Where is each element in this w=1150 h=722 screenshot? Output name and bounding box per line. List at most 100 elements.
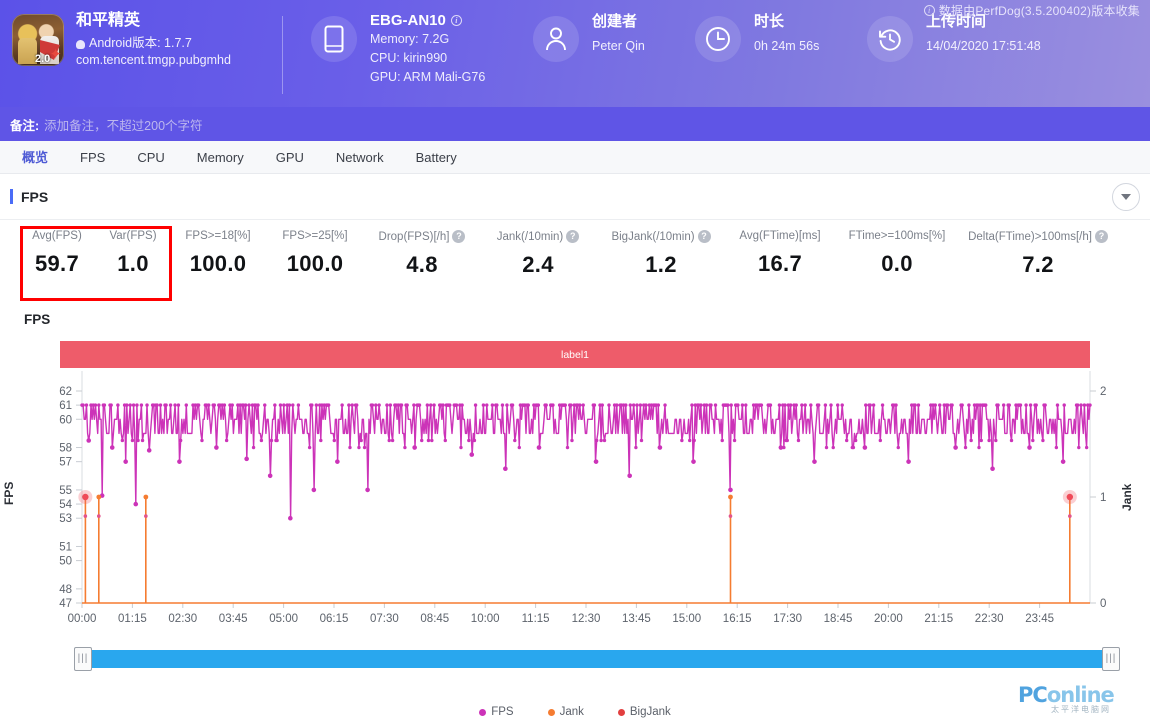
fps-section-header: FPS bbox=[0, 174, 1150, 220]
legend-item-jank[interactable]: Jank bbox=[547, 702, 584, 722]
creator-title: 创建者 bbox=[592, 13, 638, 30]
chevron-down-icon bbox=[1121, 194, 1131, 200]
tab-memory[interactable]: Memory bbox=[181, 141, 260, 174]
svg-text:16:15: 16:15 bbox=[723, 613, 752, 625]
svg-text:05:00: 05:00 bbox=[269, 613, 298, 625]
metric-value: 100.0 bbox=[286, 251, 344, 276]
svg-text:07:30: 07:30 bbox=[370, 613, 399, 625]
user-icon bbox=[533, 16, 579, 62]
metric-label-text: Avg(FPS) bbox=[32, 230, 82, 242]
help-icon[interactable]: ? bbox=[566, 230, 580, 243]
chart-scrollbar-track[interactable] bbox=[82, 650, 1112, 668]
tab-network[interactable]: Network bbox=[320, 141, 400, 174]
tab-概览[interactable]: 概览 bbox=[6, 141, 64, 174]
app-info: 2.0 ✦ 和平精英 Android版本: 1.7.7 com.tencent.… bbox=[0, 12, 282, 69]
tab-fps[interactable]: FPS bbox=[64, 141, 121, 174]
metric-fps-25: FPS>=25[%] 100.0 bbox=[264, 230, 366, 277]
help-icon[interactable]: ? bbox=[1094, 230, 1108, 243]
metric-bigjank-10min: BigJank(/10min)? 1.2 bbox=[598, 230, 724, 278]
chart-title: FPS bbox=[24, 312, 51, 327]
tab-cpu[interactable]: CPU bbox=[121, 141, 180, 174]
svg-text:53: 53 bbox=[59, 513, 72, 525]
app-package: com.tencent.tmgp.pubgmhd bbox=[76, 53, 231, 67]
app-icon: 2.0 ✦ bbox=[12, 14, 64, 66]
app-os-row: Android版本: 1.7.7 bbox=[76, 35, 231, 52]
tab-gpu[interactable]: GPU bbox=[260, 141, 320, 174]
svg-text:1: 1 bbox=[1100, 492, 1106, 504]
metric-label-text: Avg(FTime)[ms] bbox=[739, 230, 821, 242]
duration-text: 时长 0h 24m 56s bbox=[741, 12, 819, 54]
svg-text:22:30: 22:30 bbox=[975, 613, 1004, 625]
metric-value: 1.2 bbox=[645, 252, 677, 277]
handle-grip-left: ||| bbox=[77, 653, 89, 664]
section-accent bbox=[10, 189, 13, 204]
metric-label: FPS>=18[%] bbox=[172, 230, 264, 242]
device-info-icon[interactable]: i bbox=[450, 15, 462, 26]
device-cpu: CPU: kirin990 bbox=[370, 51, 448, 65]
device-gpu: GPU: ARM Mali-G76 bbox=[370, 70, 486, 84]
creator-info: 创建者 Peter Qin bbox=[523, 12, 695, 62]
chart-scrollbar[interactable]: ||| ||| bbox=[74, 647, 1120, 671]
svg-text:61: 61 bbox=[59, 400, 72, 412]
svg-text:06:15: 06:15 bbox=[320, 613, 349, 625]
legend-label: BigJank bbox=[629, 706, 671, 718]
info-icon: i bbox=[923, 5, 935, 16]
metric-label-text: FPS>=18[%] bbox=[185, 230, 251, 242]
chart-plot-area[interactable]: label1 FPS Jank 62 61 60 58 57 55 54 53 51 50 48 47… bbox=[2, 333, 1150, 643]
y-axis-left-label: FPS bbox=[2, 481, 16, 505]
remark-input[interactable]: 添加备注，不超过200个字符 bbox=[44, 115, 202, 134]
app-os-version: Android版本: 1.7.7 bbox=[89, 36, 192, 50]
metric-jank-10min: Jank(/10min)? 2.4 bbox=[478, 230, 598, 278]
svg-text:62: 62 bbox=[59, 386, 72, 398]
svg-text:60: 60 bbox=[59, 414, 72, 426]
metric-avg-ftime-ms: Avg(FTime)[ms] 16.7 bbox=[724, 230, 836, 277]
metric-label: Avg(FPS) bbox=[20, 230, 94, 242]
device-text: EBG-AN10 i Memory: 7.2G CPU: kirin990 GP… bbox=[357, 12, 485, 86]
chart-legend: FPS Jank BigJank bbox=[0, 702, 1150, 722]
creator-text: 创建者 Peter Qin bbox=[579, 12, 645, 54]
legend-item-bigjank[interactable]: BigJank bbox=[617, 702, 671, 722]
svg-text:50: 50 bbox=[59, 556, 72, 568]
collapse-button[interactable] bbox=[1112, 183, 1140, 211]
metric-label: FPS>=25[%] bbox=[264, 230, 366, 242]
app-icon-badge: 2.0 bbox=[35, 53, 51, 65]
metric-label-text: FPS>=25[%] bbox=[282, 230, 348, 242]
metric-label: Drop(FPS)[/h]? bbox=[366, 230, 478, 243]
chart-scrollbar-handle-left[interactable]: ||| bbox=[74, 647, 92, 671]
svg-text:57: 57 bbox=[59, 457, 72, 469]
svg-text:54: 54 bbox=[59, 499, 72, 511]
legend-marker-icon bbox=[479, 708, 487, 716]
legend-item-fps[interactable]: FPS bbox=[479, 702, 514, 722]
help-icon[interactable]: ? bbox=[452, 230, 466, 243]
handle-grip-right: ||| bbox=[1105, 653, 1117, 664]
svg-text:47: 47 bbox=[59, 598, 72, 610]
metric-delta-ftime-100ms-h: Delta(FTime)>100ms[/h]? 7.2 bbox=[958, 230, 1118, 278]
upload-value: 14/04/2020 17:51:48 bbox=[926, 39, 1041, 53]
metric-drop-fps-h: Drop(FPS)[/h]? 4.8 bbox=[366, 230, 478, 278]
app-header: i 数据由PerfDog(3.5.200402)版本收集 2.0 ✦ 和平精英 … bbox=[0, 0, 1150, 107]
svg-text:21:15: 21:15 bbox=[924, 613, 953, 625]
svg-text:17:30: 17:30 bbox=[773, 613, 802, 625]
metric-value: 2.4 bbox=[522, 252, 554, 277]
duration-value: 0h 24m 56s bbox=[754, 39, 820, 53]
remark-bar[interactable]: 备注: 添加备注，不超过200个字符 bbox=[0, 107, 1150, 141]
device-memory: Memory: 7.2G bbox=[370, 32, 450, 46]
app-icon-star: ✦ bbox=[49, 46, 62, 63]
chart-svg: 62 61 60 58 57 55 54 53 51 50 48 47 0 1 2 00:00 01:15 02:… bbox=[59, 371, 1106, 625]
chart-scrollbar-handle-right[interactable]: ||| bbox=[1102, 647, 1120, 671]
device-info: EBG-AN10 i Memory: 7.2G CPU: kirin990 GP… bbox=[283, 12, 523, 86]
metric-value: 1.0 bbox=[117, 251, 149, 276]
metric-label: Var(FPS) bbox=[94, 230, 172, 242]
svg-text:08:45: 08:45 bbox=[420, 613, 449, 625]
duration-info: 时长 0h 24m 56s bbox=[695, 12, 867, 62]
help-icon[interactable]: ? bbox=[697, 230, 711, 243]
tab-bar: 概览 FPS CPU Memory GPU Network Battery bbox=[0, 141, 1150, 174]
tab-battery[interactable]: Battery bbox=[400, 141, 473, 174]
app-text: 和平精英 Android版本: 1.7.7 com.tencent.tmgp.p… bbox=[64, 12, 231, 69]
metric-label-text: BigJank(/10min) bbox=[611, 230, 695, 243]
clock-icon bbox=[695, 16, 741, 62]
metric-value: 59.7 bbox=[34, 251, 80, 276]
svg-text:02:30: 02:30 bbox=[168, 613, 197, 625]
phone-icon-svg bbox=[324, 25, 344, 53]
device-model-row: EBG-AN10 i bbox=[370, 12, 485, 29]
